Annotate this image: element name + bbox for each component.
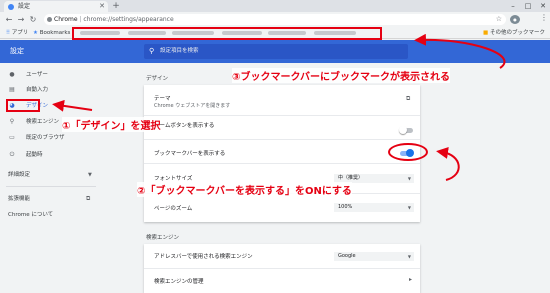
zoom-label: ページのズーム bbox=[154, 206, 193, 212]
home-button-label: ホームボタンを表示する bbox=[154, 123, 215, 129]
zoom-value: 100% bbox=[338, 204, 353, 210]
engine-value: Google bbox=[338, 253, 356, 259]
person-icon: ● bbox=[9, 71, 15, 78]
engine-label: アドレスバーで使用される検索エンジン bbox=[154, 254, 253, 260]
close-tab-icon[interactable]: ✕ bbox=[99, 1, 105, 12]
bookmark-star-icon[interactable]: ☆ bbox=[496, 14, 502, 25]
browser-toolbar: ← → ↻ Chrome | chrome://settings/appeara… bbox=[0, 12, 550, 27]
apps-label: アプリ bbox=[11, 30, 29, 36]
settings-favicon-icon bbox=[8, 4, 14, 10]
sidebar-item-autofill[interactable]: ▤ 自動入力 bbox=[0, 84, 100, 96]
sidebar-divider bbox=[6, 186, 96, 187]
bookmark-star-folder-icon: ★ bbox=[33, 30, 38, 36]
sidebar-item-label: ユーザー bbox=[26, 72, 48, 78]
clipboard-icon: ▤ bbox=[9, 86, 15, 93]
bookmarks-bar-label: ブックマークバーを表示する bbox=[154, 151, 226, 157]
maximize-icon[interactable]: □ bbox=[521, 0, 535, 12]
sidebar-item-label: 既定のブラウザ bbox=[26, 135, 65, 141]
appearance-highlight-box bbox=[6, 99, 40, 112]
sidebar-item-label: 起動時 bbox=[26, 152, 43, 158]
search-engine-select[interactable]: Google ▼ bbox=[334, 252, 414, 261]
window-close-icon[interactable]: ✕ bbox=[536, 0, 550, 12]
appearance-card: テーマ Chrome ウェブストアを開きます ⧉ ホームボタンを表示する ブック… bbox=[144, 85, 420, 222]
back-button[interactable]: ← bbox=[4, 13, 14, 26]
search-icon: ⚲ bbox=[149, 47, 155, 55]
toggle-knob bbox=[399, 126, 407, 134]
extensions-label: 拡張機能 bbox=[8, 196, 31, 202]
address-bar[interactable]: Chrome | chrome://settings/appearance ☆ bbox=[44, 14, 506, 25]
page-zoom-row: ページのズーム 100% ▼ bbox=[144, 193, 420, 222]
sidebar-advanced[interactable]: 詳細設定 ▼ bbox=[0, 169, 100, 181]
appearance-heading: デザイン bbox=[146, 76, 169, 82]
bookmarks-label: Bookmarks bbox=[39, 30, 71, 36]
minimize-icon[interactable]: – bbox=[506, 0, 520, 12]
sidebar-item-people[interactable]: ● ユーザー bbox=[0, 69, 100, 81]
arrow-to-toggle bbox=[436, 146, 460, 181]
folder-icon: ■ bbox=[483, 30, 489, 36]
bookmarks-folder[interactable]: ★ Bookmarks bbox=[33, 27, 70, 39]
page-zoom-select[interactable]: 100% ▼ bbox=[334, 203, 414, 212]
power-icon: ⏻ bbox=[9, 151, 15, 158]
menu-dots-icon[interactable]: ⋮ bbox=[540, 13, 548, 22]
bookmarks-bar-row[interactable]: ブックマークバーを表示する bbox=[144, 139, 420, 163]
search-icon: ⚲ bbox=[9, 118, 15, 125]
chevron-down-icon: ▼ bbox=[407, 176, 411, 181]
manage-search-engines-row[interactable]: 検索エンジンの管理 ▸ bbox=[144, 268, 420, 293]
theme-row[interactable]: テーマ Chrome ウェブストアを開きます ⧉ bbox=[144, 85, 420, 115]
browser-tab-settings[interactable]: 設定 ✕ bbox=[4, 1, 108, 12]
arrow-right-icon: ▸ bbox=[409, 276, 413, 283]
browser-icon: ▭ bbox=[9, 134, 15, 141]
annotation-step2: ②「ブックマークバーを表示する」をONにする bbox=[137, 182, 352, 197]
search-placeholder: 設定項目を検索 bbox=[160, 48, 199, 54]
open-in-new-icon: ⧉ bbox=[86, 195, 91, 202]
site-info-icon[interactable] bbox=[47, 17, 52, 22]
apps-shortcut[interactable]: ⠿ アプリ bbox=[6, 27, 28, 39]
other-bookmarks-folder[interactable]: ■ その他のブックマーク bbox=[483, 27, 545, 39]
search-engine-heading: 検索エンジン bbox=[146, 235, 180, 241]
home-button-row[interactable]: ホームボタンを表示する bbox=[144, 115, 420, 139]
font-size-label: フォントサイズ bbox=[154, 176, 193, 182]
home-button-toggle[interactable] bbox=[399, 126, 413, 134]
theme-sub: Chrome ウェブストアを開きます bbox=[154, 103, 231, 109]
new-tab-button[interactable]: + bbox=[111, 1, 121, 11]
apps-grid-icon: ⠿ bbox=[6, 30, 11, 36]
other-bookmarks-label: その他のブックマーク bbox=[489, 30, 545, 36]
annotation-step1: ①「デザイン」を選択 bbox=[62, 117, 161, 132]
sidebar-extensions[interactable]: 拡張機能 ⧉ bbox=[0, 193, 100, 205]
forward-button[interactable]: → bbox=[16, 13, 26, 26]
sidebar-about-chrome[interactable]: Chrome について bbox=[0, 209, 100, 221]
url-scheme: Chrome bbox=[54, 16, 78, 23]
chevron-down-icon: ▼ bbox=[88, 172, 92, 178]
profile-avatar[interactable]: ● bbox=[510, 15, 520, 24]
sidebar-item-default-browser[interactable]: ▭ 既定のブラウザ bbox=[0, 132, 100, 144]
about-label: Chrome について bbox=[8, 212, 54, 218]
bookmarks-highlight-box bbox=[72, 27, 382, 40]
chevron-down-icon: ▼ bbox=[407, 254, 411, 259]
tab-strip: 設定 ✕ + – □ ✕ bbox=[0, 0, 550, 12]
font-size-value: 中（推奨） bbox=[338, 175, 364, 181]
settings-search-input[interactable]: ⚲ 設定項目を検索 bbox=[144, 44, 408, 59]
tab-title: 設定 bbox=[18, 3, 31, 10]
toggle-highlight-ring bbox=[388, 143, 428, 161]
theme-label: テーマ bbox=[154, 96, 171, 102]
search-engine-card: アドレスバーで使用される検索エンジン Google ▼ 検索エンジンの管理 ▸ bbox=[144, 244, 420, 293]
annotation-step3: ③ブックマークバーにブックマークが表示される bbox=[232, 68, 450, 83]
url-path: chrome://settings/appearance bbox=[83, 16, 174, 23]
sidebar-item-label: 自動入力 bbox=[26, 87, 49, 93]
page-title: 設定 bbox=[10, 47, 24, 55]
settings-sidebar: ● ユーザー ▤ 自動入力 ◕ デザイン ⚲ 検索エンジン ▭ 既定のブラウザ … bbox=[0, 63, 100, 293]
settings-header: 設定 ⚲ 設定項目を検索 bbox=[0, 40, 550, 63]
sidebar-item-label: 検索エンジン bbox=[26, 119, 60, 125]
open-in-new-icon: ⧉ bbox=[406, 95, 411, 102]
advanced-label: 詳細設定 bbox=[8, 172, 31, 178]
reload-button[interactable]: ↻ bbox=[28, 13, 38, 26]
search-engine-row: アドレスバーで使用される検索エンジン Google ▼ bbox=[144, 244, 420, 268]
manage-label: 検索エンジンの管理 bbox=[154, 279, 204, 285]
sidebar-item-on-startup[interactable]: ⏻ 起動時 bbox=[0, 149, 100, 161]
chevron-down-icon: ▼ bbox=[407, 205, 411, 210]
